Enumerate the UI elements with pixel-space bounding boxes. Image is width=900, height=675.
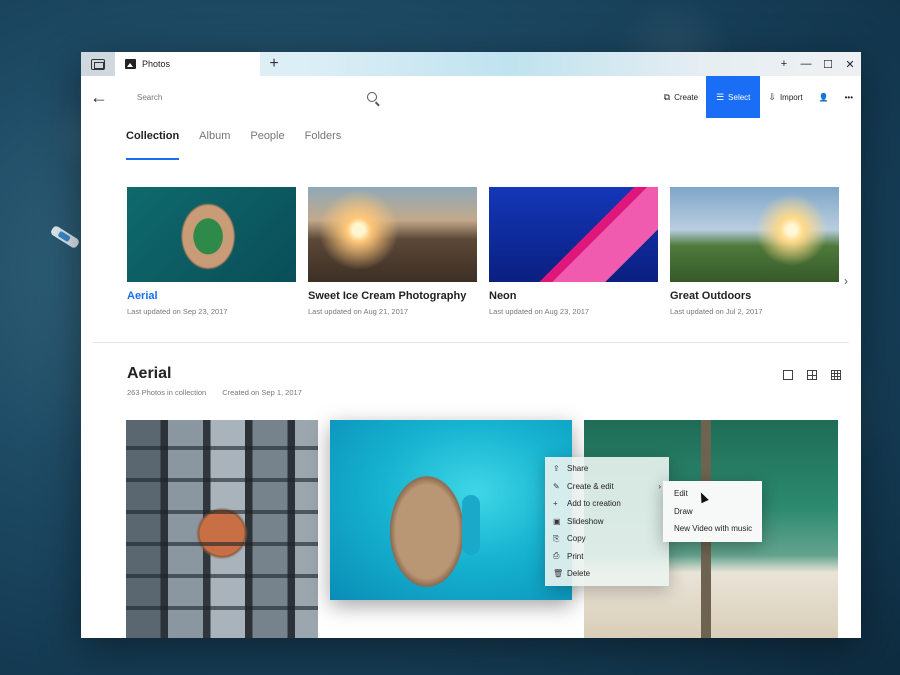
album-thumbnail[interactable] xyxy=(308,187,477,282)
search-box[interactable]: Search xyxy=(137,86,377,108)
select-list-icon: ☰ xyxy=(716,91,725,102)
task-view-icon xyxy=(91,58,105,70)
title-bar: Photos + + — ☐ ✕ xyxy=(81,52,861,76)
maximize-button[interactable]: ☐ xyxy=(817,52,839,76)
album-name[interactable]: Aerial xyxy=(127,290,296,302)
album-updated: Last updated on Aug 23, 2017 xyxy=(489,307,590,316)
album-card[interactable]: Sweet Ice Cream Photography Last updated… xyxy=(308,187,477,316)
menu-copy[interactable]: ⎘ Copy xyxy=(545,530,669,548)
import-label: Import xyxy=(779,92,803,102)
tab-folders[interactable]: Folders xyxy=(305,130,342,160)
album-updated: Last updated on Sep 23, 2017 xyxy=(127,307,228,316)
pen-icon: ✎ xyxy=(553,481,560,491)
menu-add-to-creation[interactable]: + Add to creation xyxy=(545,495,669,513)
trash-icon: 🗑 xyxy=(553,569,564,579)
share-icon: ⇪ xyxy=(553,464,560,474)
account-button[interactable]: 👤 xyxy=(811,76,837,118)
menu-print[interactable]: ⎙ Print xyxy=(545,548,669,566)
view-toggle xyxy=(783,370,841,380)
photos-window: Photos + + — ☐ ✕ ← Search ⧉ Create ☰ Sel… xyxy=(81,52,861,638)
album-card[interactable]: Great Outdoors Last updated on Jul 2, 20… xyxy=(670,187,839,316)
section-title: Aerial xyxy=(127,365,172,382)
plus-icon: + xyxy=(553,499,558,509)
album-thumbnail[interactable] xyxy=(489,187,658,282)
select-label: Select xyxy=(728,92,751,102)
add-window-button[interactable]: + xyxy=(773,52,795,76)
photo-breakwater-aerial[interactable] xyxy=(330,420,572,600)
import-button[interactable]: ⇩ Import xyxy=(760,76,810,118)
album-updated: Last updated on Aug 21, 2017 xyxy=(308,307,409,316)
submenu-chevron-icon: › xyxy=(658,481,661,491)
section-meta: 263 Photos in collection Created on Sep … xyxy=(127,388,302,397)
menu-share[interactable]: ⇪ Share xyxy=(545,460,669,478)
import-icon: ⇩ xyxy=(768,91,776,102)
task-view-button[interactable] xyxy=(81,52,115,76)
print-icon: ⎙ xyxy=(553,551,560,561)
view-medium-icon[interactable] xyxy=(807,370,817,380)
back-button[interactable]: ← xyxy=(81,76,117,118)
tab-title: Photos xyxy=(142,59,171,69)
created-date: Created on Sep 1, 2017 xyxy=(222,388,302,397)
next-albums-chevron-icon[interactable]: › xyxy=(844,274,848,288)
close-button[interactable]: ✕ xyxy=(839,52,861,76)
section-divider xyxy=(93,342,849,343)
create-label: Create xyxy=(674,92,699,102)
create-button[interactable]: ⧉ Create xyxy=(656,76,706,118)
album-thumbnail[interactable] xyxy=(127,187,296,282)
nav-tabs: Collection Album People Folders xyxy=(126,130,861,160)
view-large-icon[interactable] xyxy=(783,370,793,380)
submenu-new-video[interactable]: New Video with music xyxy=(663,520,762,538)
album-card[interactable]: Neon Last updated on Aug 23, 2017 xyxy=(489,187,658,316)
album-thumbnail[interactable] xyxy=(670,187,839,282)
tab-photos[interactable]: Photos xyxy=(115,52,260,76)
album-name[interactable]: Sweet Ice Cream Photography xyxy=(308,290,477,302)
photos-app-icon xyxy=(125,59,136,69)
tab-collection[interactable]: Collection xyxy=(126,130,180,160)
album-updated: Last updated on Jul 2, 2017 xyxy=(670,307,763,316)
photo-count: 263 Photos in collection xyxy=(127,388,207,397)
copy-icon: ⎘ xyxy=(553,533,560,543)
create-icon: ⧉ xyxy=(663,91,671,102)
view-small-icon[interactable] xyxy=(831,370,841,380)
person-icon: 👤 xyxy=(818,92,829,102)
menu-delete[interactable]: 🗑 Delete xyxy=(545,565,669,583)
slideshow-icon: ▣ xyxy=(553,516,561,526)
more-button[interactable]: ••• xyxy=(837,76,861,118)
toolbar-actions: ⧉ Create ☰ Select ⇩ Import 👤 ••• xyxy=(656,76,861,118)
album-name[interactable]: Neon xyxy=(489,290,658,302)
search-icon[interactable] xyxy=(367,92,377,102)
create-edit-submenu: Edit Draw New Video with music xyxy=(663,481,762,542)
photo-city-aerial[interactable] xyxy=(126,420,318,638)
menu-create-edit[interactable]: ✎ Create & edit › xyxy=(545,478,669,496)
toolbar: ← Search ⧉ Create ☰ Select ⇩ Import 👤 ••… xyxy=(81,76,861,118)
minimize-button[interactable]: — xyxy=(795,52,817,76)
search-input[interactable]: Search xyxy=(137,93,162,102)
submenu-draw[interactable]: Draw xyxy=(663,503,762,521)
menu-slideshow[interactable]: ▣ Slideshow xyxy=(545,513,669,531)
context-menu: ⇪ Share ✎ Create & edit › + Add to creation … xyxy=(545,457,669,586)
select-button[interactable]: ☰ Select xyxy=(706,76,761,118)
album-card[interactable]: Aerial Last updated on Sep 23, 2017 xyxy=(127,187,296,316)
submenu-edit[interactable]: Edit xyxy=(663,485,762,503)
back-arrow-icon: ← xyxy=(90,86,108,107)
album-row: Aerial Last updated on Sep 23, 2017 Swee… xyxy=(127,187,839,316)
new-tab-button[interactable]: + xyxy=(260,52,288,76)
tab-album[interactable]: Album xyxy=(199,130,230,160)
album-name[interactable]: Great Outdoors xyxy=(670,290,839,302)
tab-people[interactable]: People xyxy=(250,130,284,160)
